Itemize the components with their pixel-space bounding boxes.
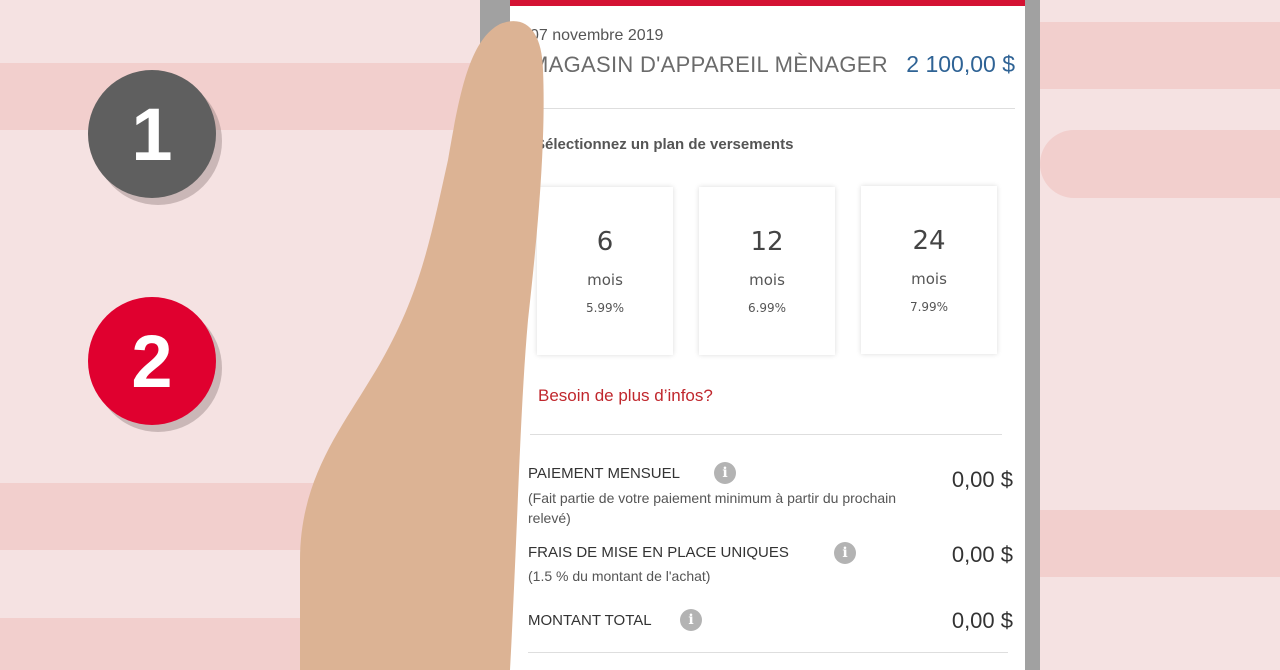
hand-thumb-illustration bbox=[300, 21, 544, 670]
thumb-shape bbox=[300, 21, 544, 670]
